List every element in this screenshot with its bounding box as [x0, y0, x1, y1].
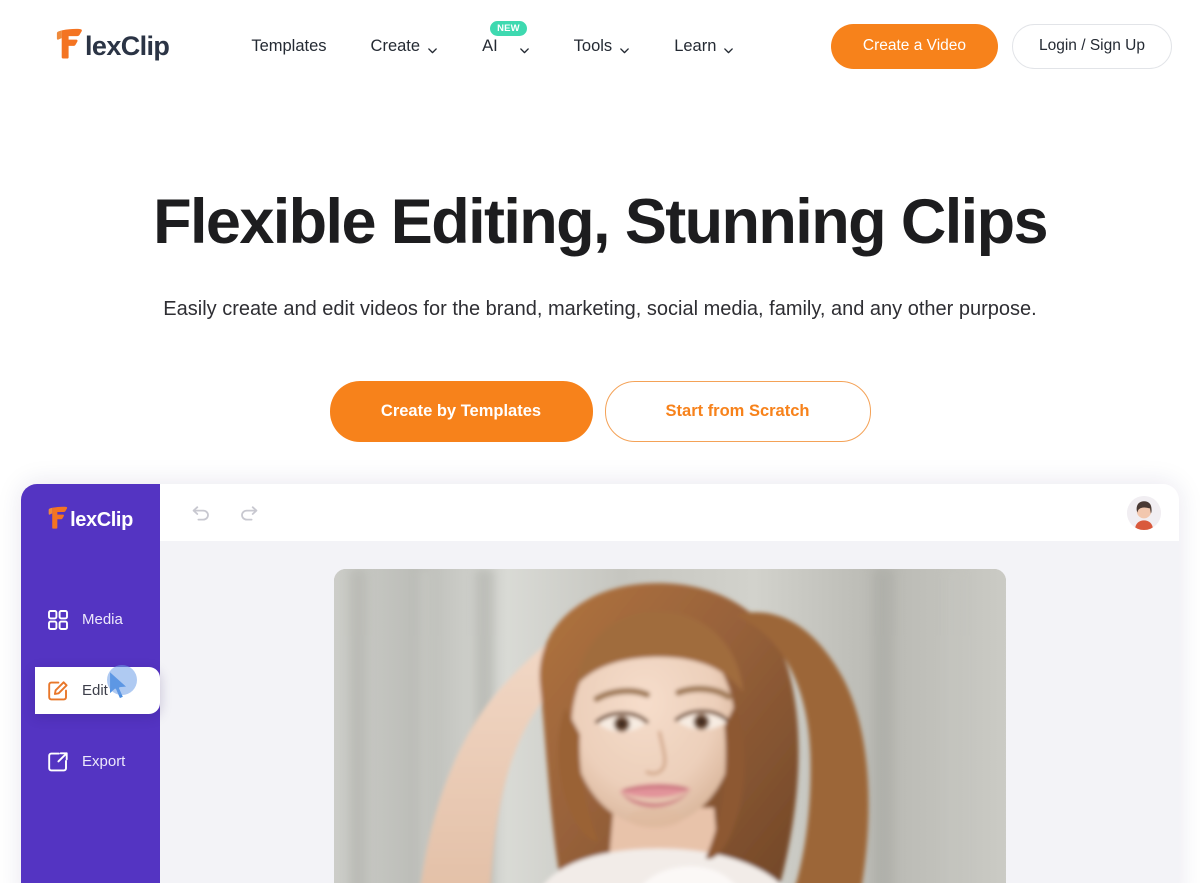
flexclip-logo-text: lexClip	[85, 30, 170, 61]
avatar[interactable]	[1127, 495, 1161, 530]
nav-item-tools[interactable]: Tools	[552, 27, 653, 66]
editor-main	[160, 484, 1179, 883]
nav-item-label: Learn	[674, 36, 717, 55]
nav-item-label: Templates	[251, 36, 327, 55]
editor-preview-section: lexClip Media Edit Export	[21, 484, 1179, 883]
editor-toolbar	[160, 484, 1179, 542]
chevron-down-icon	[619, 42, 630, 53]
create-by-templates-button[interactable]: Create by Templates	[329, 381, 593, 443]
chevron-down-icon	[427, 42, 438, 53]
nav-item-label: AI	[482, 36, 498, 55]
create-a-video-button[interactable]: Create a Video	[830, 23, 998, 69]
flexclip-logo-mark-icon	[56, 28, 83, 64]
nav-item-label: Tools	[573, 36, 613, 55]
sidebar-item-edit[interactable]: Edit	[35, 667, 160, 715]
nav-item-create[interactable]: Create	[349, 27, 461, 66]
sidebar-item-export[interactable]: Export	[21, 738, 160, 785]
video-preview[interactable]	[333, 569, 1006, 883]
editor-nav: Media Edit Export	[21, 596, 160, 785]
grid-icon	[47, 609, 69, 631]
sidebar-item-label: Media	[82, 611, 123, 629]
editor-logo[interactable]: lexClip	[21, 506, 160, 534]
hero-subtitle: Easily create and edit videos for the br…	[163, 298, 1037, 321]
chevron-down-icon	[723, 42, 734, 53]
pencil-edit-icon	[47, 680, 69, 702]
redo-icon[interactable]	[236, 500, 262, 526]
hero-cta-group: Create by Templates Start from Scratch	[0, 381, 1200, 443]
editor-logo-mark-icon	[48, 506, 68, 534]
editor-canvas	[160, 541, 1179, 883]
main-navbar: lexClip Templates Create AI NEW Tools Le…	[0, 0, 1200, 92]
export-icon	[47, 751, 69, 773]
nav-item-label: Create	[370, 36, 421, 55]
undo-icon[interactable]	[188, 500, 214, 526]
editor-sidebar: lexClip Media Edit Export	[21, 484, 160, 883]
sidebar-item-label: Export	[82, 753, 126, 771]
new-badge: NEW	[490, 20, 527, 36]
flexclip-logo[interactable]: lexClip	[56, 28, 170, 64]
nav-item-learn[interactable]: Learn	[652, 27, 756, 66]
primary-nav: Templates Create AI NEW Tools Learn	[229, 20, 756, 66]
start-from-scratch-button[interactable]: Start from Scratch	[604, 381, 871, 443]
login-signup-button[interactable]: Login / Sign Up	[1012, 23, 1172, 69]
sidebar-item-label: Edit	[82, 682, 108, 700]
nav-item-ai[interactable]: AI NEW	[460, 20, 552, 66]
page-title: Flexible Editing, Stunning Clips	[153, 187, 1048, 257]
editor-logo-text: lexClip	[70, 509, 133, 532]
hero-section: Flexible Editing, Stunning Clips Easily …	[0, 92, 1200, 443]
nav-item-templates[interactable]: Templates	[229, 27, 348, 66]
sidebar-item-media[interactable]: Media	[21, 596, 160, 643]
editor-card: lexClip Media Edit Export	[21, 484, 1179, 883]
navbar-actions: Create a Video Login / Sign Up	[830, 23, 1172, 69]
chevron-down-icon	[519, 42, 530, 53]
